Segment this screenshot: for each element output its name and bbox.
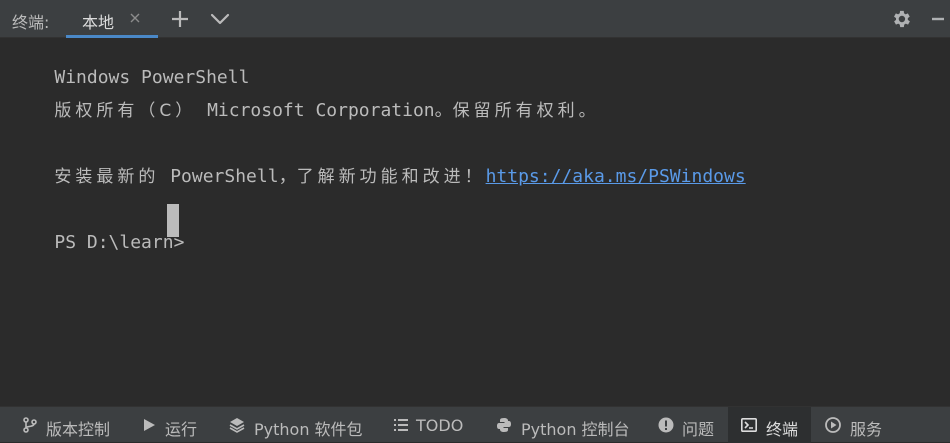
list-icon — [394, 419, 408, 431]
run-icon — [144, 419, 155, 431]
tab-label: 本地 — [82, 13, 115, 32]
powershell-link[interactable]: https://aka.ms/PSWindows — [486, 166, 746, 187]
tool-python-packages[interactable]: Python 软件包 — [213, 407, 378, 443]
terminal-tab-bar: 终端: 本地 — [0, 0, 950, 38]
tool-version-control[interactable]: 版本控制 — [0, 407, 125, 443]
tool-terminal[interactable]: 终端 — [728, 407, 811, 443]
python-icon — [497, 418, 511, 432]
gear-icon[interactable] — [890, 8, 912, 30]
warning-icon — [658, 417, 674, 433]
terminal-icon — [741, 417, 757, 432]
terminal-cursor — [167, 204, 179, 237]
close-icon[interactable] — [128, 11, 142, 25]
terminal-line-2: 版权所有（C） Microsoft Corporation。保留所有权利。 — [54, 100, 600, 121]
chevron-down-icon[interactable] — [209, 10, 231, 28]
tool-services[interactable]: 服务 — [811, 407, 901, 443]
tab-local[interactable]: 本地 — [66, 0, 158, 38]
terminal-tool-title: 终端: — [12, 13, 50, 32]
terminal-line-3: 安装最新的 PowerShell，了解新功能和改进！https://aka.ms… — [54, 166, 746, 187]
branch-icon — [23, 417, 37, 433]
terminal-prompt: PS D:\learn> — [54, 232, 185, 253]
tool-python-console[interactable]: Python 控制台 — [480, 407, 640, 443]
tool-window-bar: 版本控制 运行 Python 软件包 TODO Python 控制台 问题 终端… — [0, 406, 950, 443]
plus-icon[interactable] — [170, 9, 190, 29]
layers-icon — [229, 418, 245, 433]
tool-run[interactable]: 运行 — [125, 407, 213, 443]
minimize-icon[interactable] — [928, 8, 948, 30]
terminal-output[interactable]: Windows PowerShell 版权所有（C） Microsoft Cor… — [0, 38, 950, 406]
services-icon — [825, 417, 841, 433]
tool-todo[interactable]: TODO — [378, 407, 480, 443]
tool-problems[interactable]: 问题 — [640, 407, 728, 443]
